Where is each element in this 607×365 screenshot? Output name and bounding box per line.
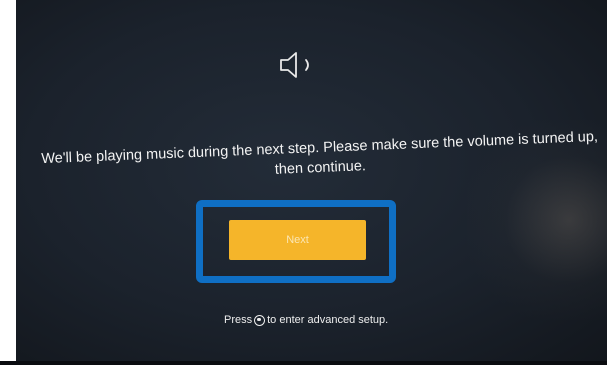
tv-bezel: [0, 361, 607, 365]
speaker-icon: [280, 52, 309, 78]
advanced-setup-hint: Press to enter advanced setup.: [224, 314, 388, 326]
hint-prefix: Press: [224, 314, 253, 326]
next-button[interactable]: Next: [229, 220, 366, 260]
photo-frame: We'll be playing music during the next s…: [0, 0, 607, 365]
hint-suffix: to enter advanced setup.: [267, 314, 389, 326]
remote-select-icon: [254, 314, 266, 326]
